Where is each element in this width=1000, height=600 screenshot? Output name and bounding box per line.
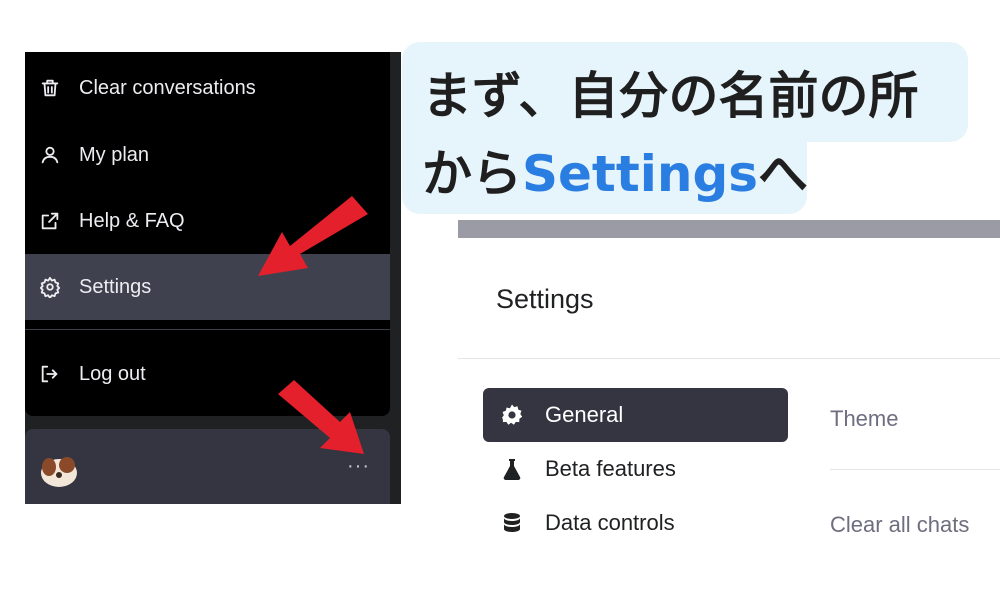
menu-item-my-plan[interactable]: My plan bbox=[25, 122, 390, 188]
menu-item-clear-conversations[interactable]: Clear conversations bbox=[25, 55, 390, 121]
external-link-icon bbox=[37, 208, 63, 234]
clear-all-chats-label: Clear all chats bbox=[830, 512, 970, 537]
tab-label: Beta features bbox=[545, 456, 676, 481]
logout-icon bbox=[37, 361, 63, 387]
settings-row-divider bbox=[830, 469, 1000, 470]
gear-icon bbox=[37, 274, 63, 300]
menu-item-label: Help & FAQ bbox=[79, 209, 185, 232]
database-icon bbox=[499, 510, 525, 536]
caption-prefix: から bbox=[422, 145, 522, 203]
arrow-to-settings-icon bbox=[258, 196, 368, 276]
tab-beta-features[interactable]: Beta features bbox=[483, 442, 788, 496]
more-options-icon[interactable]: ··· bbox=[347, 455, 370, 478]
dialog-backdrop bbox=[458, 220, 1000, 238]
caption-line-2: からSettingsへ bbox=[422, 134, 808, 206]
menu-divider bbox=[25, 329, 390, 330]
menu-item-label: Clear conversations bbox=[79, 76, 256, 99]
arrow-to-more-options-icon bbox=[278, 380, 364, 454]
dialog-title: Settings bbox=[496, 284, 594, 314]
gear-icon bbox=[499, 402, 525, 428]
caption-suffix: へ bbox=[758, 145, 809, 203]
settings-dialog: Settings General Beta features Data cont… bbox=[458, 238, 1000, 600]
dialog-divider bbox=[458, 358, 1000, 359]
trash-icon bbox=[37, 75, 63, 101]
menu-item-label: My plan bbox=[79, 143, 150, 166]
tab-label: Data controls bbox=[545, 510, 675, 535]
menu-item-label: Log out bbox=[79, 362, 146, 385]
tab-data-controls[interactable]: Data controls bbox=[483, 496, 788, 550]
flask-icon bbox=[499, 456, 525, 482]
caption-highlight: Settings bbox=[522, 145, 759, 203]
tab-label: General bbox=[545, 402, 624, 427]
menu-item-label: Settings bbox=[79, 275, 152, 298]
theme-label: Theme bbox=[830, 406, 899, 431]
tab-general[interactable]: General bbox=[483, 388, 788, 442]
caption-line-1: まず、自分の名前の所 bbox=[422, 67, 919, 125]
user-icon bbox=[37, 142, 63, 168]
avatar bbox=[41, 457, 77, 487]
